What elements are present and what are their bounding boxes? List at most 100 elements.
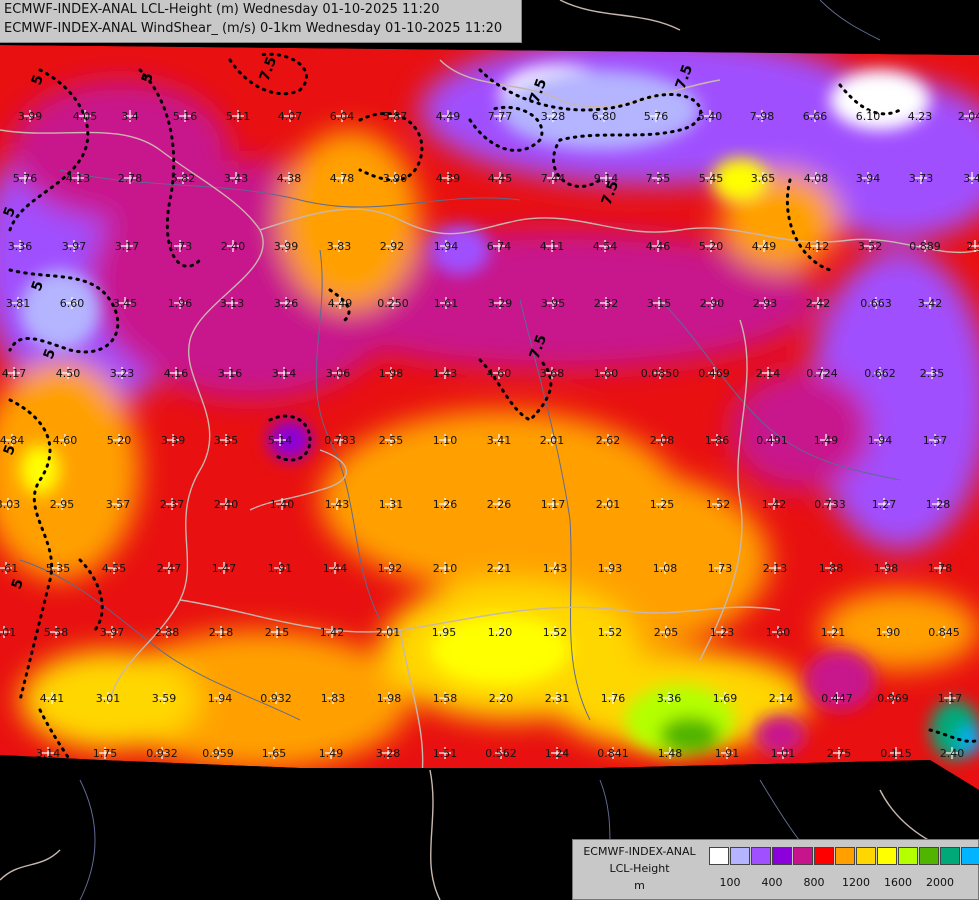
lcl-value-label: 1.88 (819, 562, 844, 575)
lcl-value-label: 1.98 (874, 562, 899, 575)
title-box: ECMWF-INDEX-ANAL LCL-Height (m) Wednesda… (0, 0, 522, 43)
lcl-value-label: 4.50 (56, 367, 81, 380)
lcl-value-label: 1.78 (928, 562, 953, 575)
lcl-value-label: 5.11 (226, 110, 251, 123)
lcl-value-label: 2.13 (763, 562, 788, 575)
lcl-value-label: 6.04 (330, 110, 355, 123)
lcl-value-label: 0.662 (864, 367, 896, 380)
legend-tick-label: 400 (761, 876, 783, 889)
lcl-value-label: 5.76 (13, 172, 38, 185)
lcl-value-label: 0.841 (597, 747, 629, 760)
lcl-value-label: 1.52 (598, 626, 623, 639)
lcl-value-label: 4.84 (0, 434, 24, 447)
lcl-value-label: 3.45 (113, 297, 138, 310)
lcl-value-label: 2.14 (756, 367, 781, 380)
lcl-value-label: 0.959 (202, 747, 234, 760)
lcl-value-label: 2.31 (545, 692, 570, 705)
lcl-value-label: 1.60 (594, 367, 619, 380)
lcl-value-label: 6.61 (0, 562, 18, 575)
lcl-value-label: 4.23 (908, 110, 933, 123)
lcl-value-label: 0.491 (756, 434, 788, 447)
lcl-value-label: 1.73 (168, 240, 193, 253)
legend-tick-label: 1200 (842, 876, 870, 889)
lcl-value-label: 1.60 (766, 626, 791, 639)
lcl-value-label: 2.88 (155, 626, 180, 639)
lcl-value-label: 4.46 (646, 240, 671, 253)
legend-swatch (856, 847, 876, 865)
lcl-value-label: 1.20 (488, 626, 513, 639)
lcl-value-label: 0.889 (909, 240, 941, 253)
lcl-value-label: 3.06 (326, 367, 351, 380)
lcl-value-label: 2.01 (376, 626, 401, 639)
lcl-value-label: 1.98 (377, 692, 402, 705)
lcl-value-label: 4.49 (328, 297, 353, 310)
lcl-value-label: 4.38 (277, 172, 302, 185)
lcl-value-label: 3.29 (488, 297, 513, 310)
lcl-value-label: 4.39 (436, 172, 461, 185)
lcl-value-label: 4.49 (436, 110, 461, 123)
lcl-value-label: 1.40 (270, 498, 295, 511)
lcl-value-label: 2.32 (594, 297, 619, 310)
lcl-value-label: 3.94 (856, 172, 881, 185)
lcl-value-label: 6.80 (592, 110, 617, 123)
lcl-value-label: 2.90 (700, 297, 725, 310)
lcl-value-label: 3.97 (100, 626, 125, 639)
lcl-value-label: 5.87 (383, 110, 408, 123)
lcl-value-label: 1.58 (433, 692, 458, 705)
lcl-value-label: 1.94 (434, 240, 459, 253)
lcl-value-label: 1.17 (938, 692, 963, 705)
lcl-value-label: 0.845 (928, 626, 960, 639)
lcl-value-label: 1.23 (710, 626, 735, 639)
lcl-value-label: 0.469 (698, 367, 730, 380)
lcl-value-label: 1.52 (543, 626, 568, 639)
lcl-value-label: 1.92 (378, 562, 403, 575)
lcl-value-label: 1.83 (321, 692, 346, 705)
lcl-value-label: 2.08 (650, 434, 675, 447)
lcl-value-label: 1.94 (868, 434, 893, 447)
lcl-value-label: 1.73 (708, 562, 733, 575)
lcl-value-label: 2.55 (379, 434, 404, 447)
lcl-value-label: 3.4 (963, 172, 979, 185)
lcl-value-label: 1.98 (379, 367, 404, 380)
lcl-value-label: 3.28 (541, 110, 566, 123)
lcl-value-label: 3.16 (218, 367, 243, 380)
lcl-value-label: 1.52 (706, 498, 731, 511)
lcl-value-label: 1.48 (658, 747, 683, 760)
lcl-value-label: 1.42 (762, 498, 787, 511)
legend-swatch (772, 847, 792, 865)
lcl-value-label: 3.13 (220, 297, 245, 310)
lcl-value-label: 1.26 (433, 498, 458, 511)
legend-swatch (709, 847, 729, 865)
lcl-value-label: 1.25 (650, 498, 675, 511)
lcl-value-label: 1.65 (262, 747, 287, 760)
lcl-value-label: 4.11 (540, 240, 565, 253)
lcl-value-label: 1.27 (872, 498, 897, 511)
lcl-value-label: 2.93 (753, 297, 778, 310)
lcl-value-label: 2.04 (958, 110, 979, 123)
lcl-height-map: 5 5 7.57.5 7.57.5555 7.555 3.99 4.05 3.4 5.16 5.… (0, 0, 979, 900)
lcl-value-label: 3.83 (327, 240, 352, 253)
lcl-value-label: 5.82 (171, 172, 196, 185)
title-line-1: ECMWF-INDEX-ANAL LCL-Height (m) Wednesda… (4, 2, 440, 17)
legend-swatch (730, 847, 750, 865)
lcl-value-label: 7.77 (488, 110, 513, 123)
lcl-value-label: 1.86 (705, 434, 730, 447)
lcl-value-label: 1.17 (541, 498, 566, 511)
lcl-value-label: 1.01 (771, 747, 796, 760)
lcl-value-label: 2.20 (489, 692, 514, 705)
lcl-value-label: 4.55 (102, 562, 127, 575)
lcl-value-label: 2.47 (157, 562, 182, 575)
lcl-value-label: 5.14 (268, 434, 293, 447)
lcl-height-field (0, 45, 979, 790)
lcl-value-label: 2.40 (221, 240, 246, 253)
lcl-value-label: 3.90 (383, 172, 408, 185)
lcl-value-label: 2.42 (806, 297, 831, 310)
legend-swatch (814, 847, 834, 865)
lcl-value-label: 1.96 (168, 297, 193, 310)
lcl-value-label: 3.59 (152, 692, 177, 705)
lcl-value-label: 1.44 (323, 562, 348, 575)
lcl-value-label: 4.05 (73, 110, 98, 123)
title-line-2: ECMWF-INDEX-ANAL WindShear_ (m/s) 0-1km … (4, 21, 503, 36)
legend-tick-label: 800 (803, 876, 825, 889)
lcl-value-label: 0.932 (146, 747, 178, 760)
